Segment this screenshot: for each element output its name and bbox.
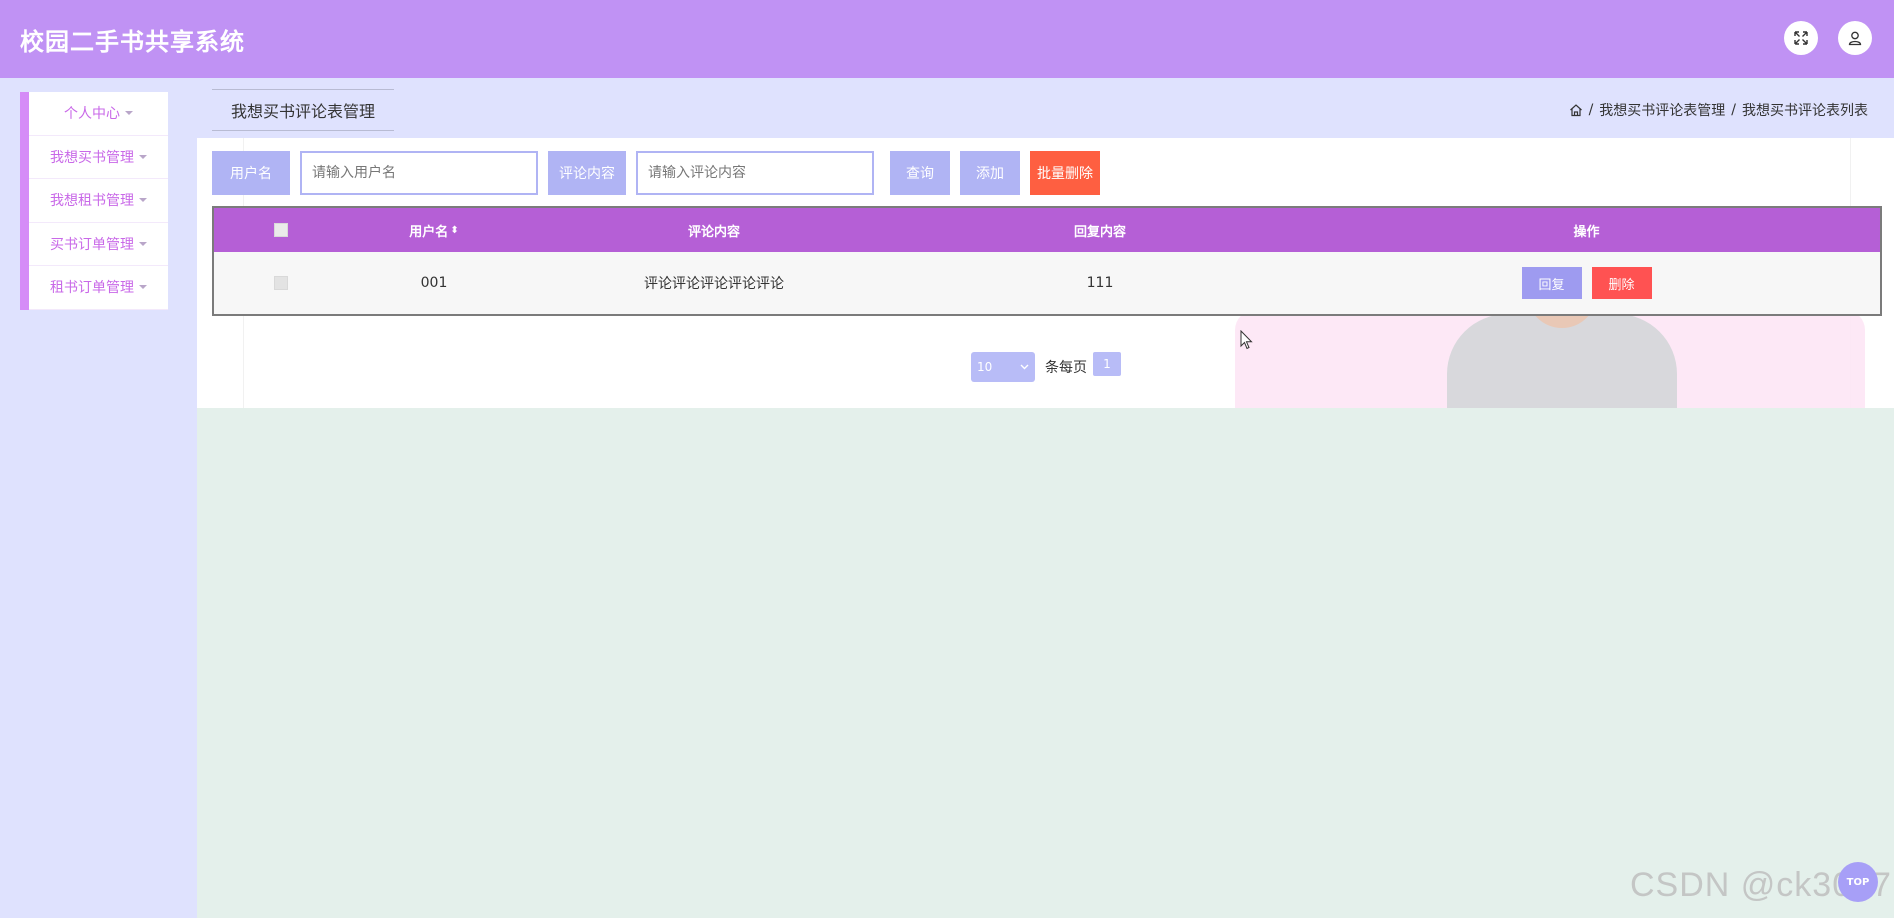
cell-actions: 回复 删除 xyxy=(1293,267,1880,299)
batch-delete-button[interactable]: 批量删除 xyxy=(1030,151,1100,195)
sidebar-item-personal-center[interactable]: 个人中心 xyxy=(29,92,168,136)
sidebar-item-label: 我想租书管理 xyxy=(50,193,134,210)
comments-table: 用户名 ⬍ 评论内容 回复内容 操作 001 评论评论评论评论评论 111 回复… xyxy=(212,206,1882,316)
user-menu-button[interactable] xyxy=(1838,21,1872,55)
cell-comment: 评论评论评论评论评论 xyxy=(644,276,784,292)
sidebar-item-rent-book[interactable]: 我想租书管理 xyxy=(29,179,168,223)
chevron-down-icon xyxy=(1020,364,1029,370)
column-header-reply: 回复内容 xyxy=(1073,224,1126,240)
main-area: 我想买书评论表管理 / 我想买书评论表管理 / 我想买书评论表列表 用户名 评论… xyxy=(197,78,1894,918)
back-to-top-button[interactable]: TOP xyxy=(1838,862,1878,902)
breadcrumb-item-current: 我想买书评论表列表 xyxy=(1742,103,1868,119)
user-icon xyxy=(1848,31,1862,46)
select-all-checkbox[interactable] xyxy=(273,223,288,237)
caret-down-icon xyxy=(139,241,147,246)
main-topbar: 我想买书评论表管理 / 我想买书评论表管理 / 我想买书评论表列表 xyxy=(197,78,1894,138)
app-title: 校园二手书共享系统 xyxy=(20,27,245,56)
caret-down-icon xyxy=(139,154,147,159)
breadcrumb-separator: / xyxy=(1588,102,1594,118)
column-header-comment: 评论内容 xyxy=(687,224,740,240)
cell-reply: 111 xyxy=(1086,275,1114,291)
sidebar-item-buy-orders[interactable]: 买书订单管理 xyxy=(29,223,168,266)
caret-down-icon xyxy=(125,111,133,116)
sidebar-menu: 个人中心 我想买书管理 我想租书管理 买书订单管理 租书订单管理 xyxy=(20,92,168,310)
add-button[interactable]: 添加 xyxy=(960,151,1020,195)
breadcrumb-separator: / xyxy=(1731,102,1736,118)
page-size-select[interactable]: 10 xyxy=(971,352,1035,382)
breadcrumb-item[interactable]: 我想买书评论表管理 xyxy=(1599,100,1725,120)
fullscreen-icon xyxy=(1794,31,1808,45)
search-bar: 用户名 评论内容 查询 添加 批量删除 xyxy=(212,151,1100,195)
per-page-label: 条每页 xyxy=(1045,360,1087,376)
fullscreen-button[interactable] xyxy=(1784,21,1818,55)
table-header: 用户名 ⬍ 评论内容 回复内容 操作 xyxy=(214,208,1880,252)
table-row: 001 评论评论评论评论评论 111 回复 删除 xyxy=(214,252,1880,314)
mouse-cursor-icon xyxy=(1240,330,1253,350)
background-figure xyxy=(1447,314,1677,408)
sidebar-item-label: 我想买书管理 xyxy=(50,149,134,166)
column-header-actions: 操作 xyxy=(1573,224,1600,240)
sort-icon[interactable]: ⬍ xyxy=(450,225,458,236)
sidebar-item-buy-book[interactable]: 我想买书管理 xyxy=(29,136,168,179)
caret-down-icon xyxy=(139,198,147,203)
breadcrumb: / 我想买书评论表管理 / 我想买书评论表列表 xyxy=(1569,100,1868,120)
sidebar-item-rent-orders[interactable]: 租书订单管理 xyxy=(29,266,168,310)
delete-button[interactable]: 删除 xyxy=(1591,267,1652,299)
sidebar-item-label: 租书订单管理 xyxy=(50,280,134,297)
home-icon[interactable] xyxy=(1569,103,1583,117)
page-tab[interactable]: 我想买书评论表管理 xyxy=(212,89,394,131)
row-checkbox[interactable] xyxy=(273,276,288,290)
query-button[interactable]: 查询 xyxy=(890,151,950,195)
comment-label: 评论内容 xyxy=(548,151,626,195)
reply-button[interactable]: 回复 xyxy=(1521,267,1582,299)
sidebar-item-label: 买书订单管理 xyxy=(50,236,134,253)
username-input[interactable] xyxy=(300,151,538,195)
pagination: 10 条每页 1 xyxy=(971,352,1121,382)
sidebar-item-label: 个人中心 xyxy=(64,106,120,123)
comment-input[interactable] xyxy=(636,151,874,195)
cell-username: 001 xyxy=(420,275,448,291)
page-number-button[interactable]: 1 xyxy=(1093,352,1121,376)
username-label: 用户名 xyxy=(212,151,290,195)
sidebar: 个人中心 我想买书管理 我想租书管理 买书订单管理 租书订单管理 xyxy=(0,78,197,918)
caret-down-icon xyxy=(139,285,147,290)
column-header-username[interactable]: 用户名 ⬍ xyxy=(347,221,521,240)
top-header: 校园二手书共享系统 xyxy=(0,0,1894,78)
